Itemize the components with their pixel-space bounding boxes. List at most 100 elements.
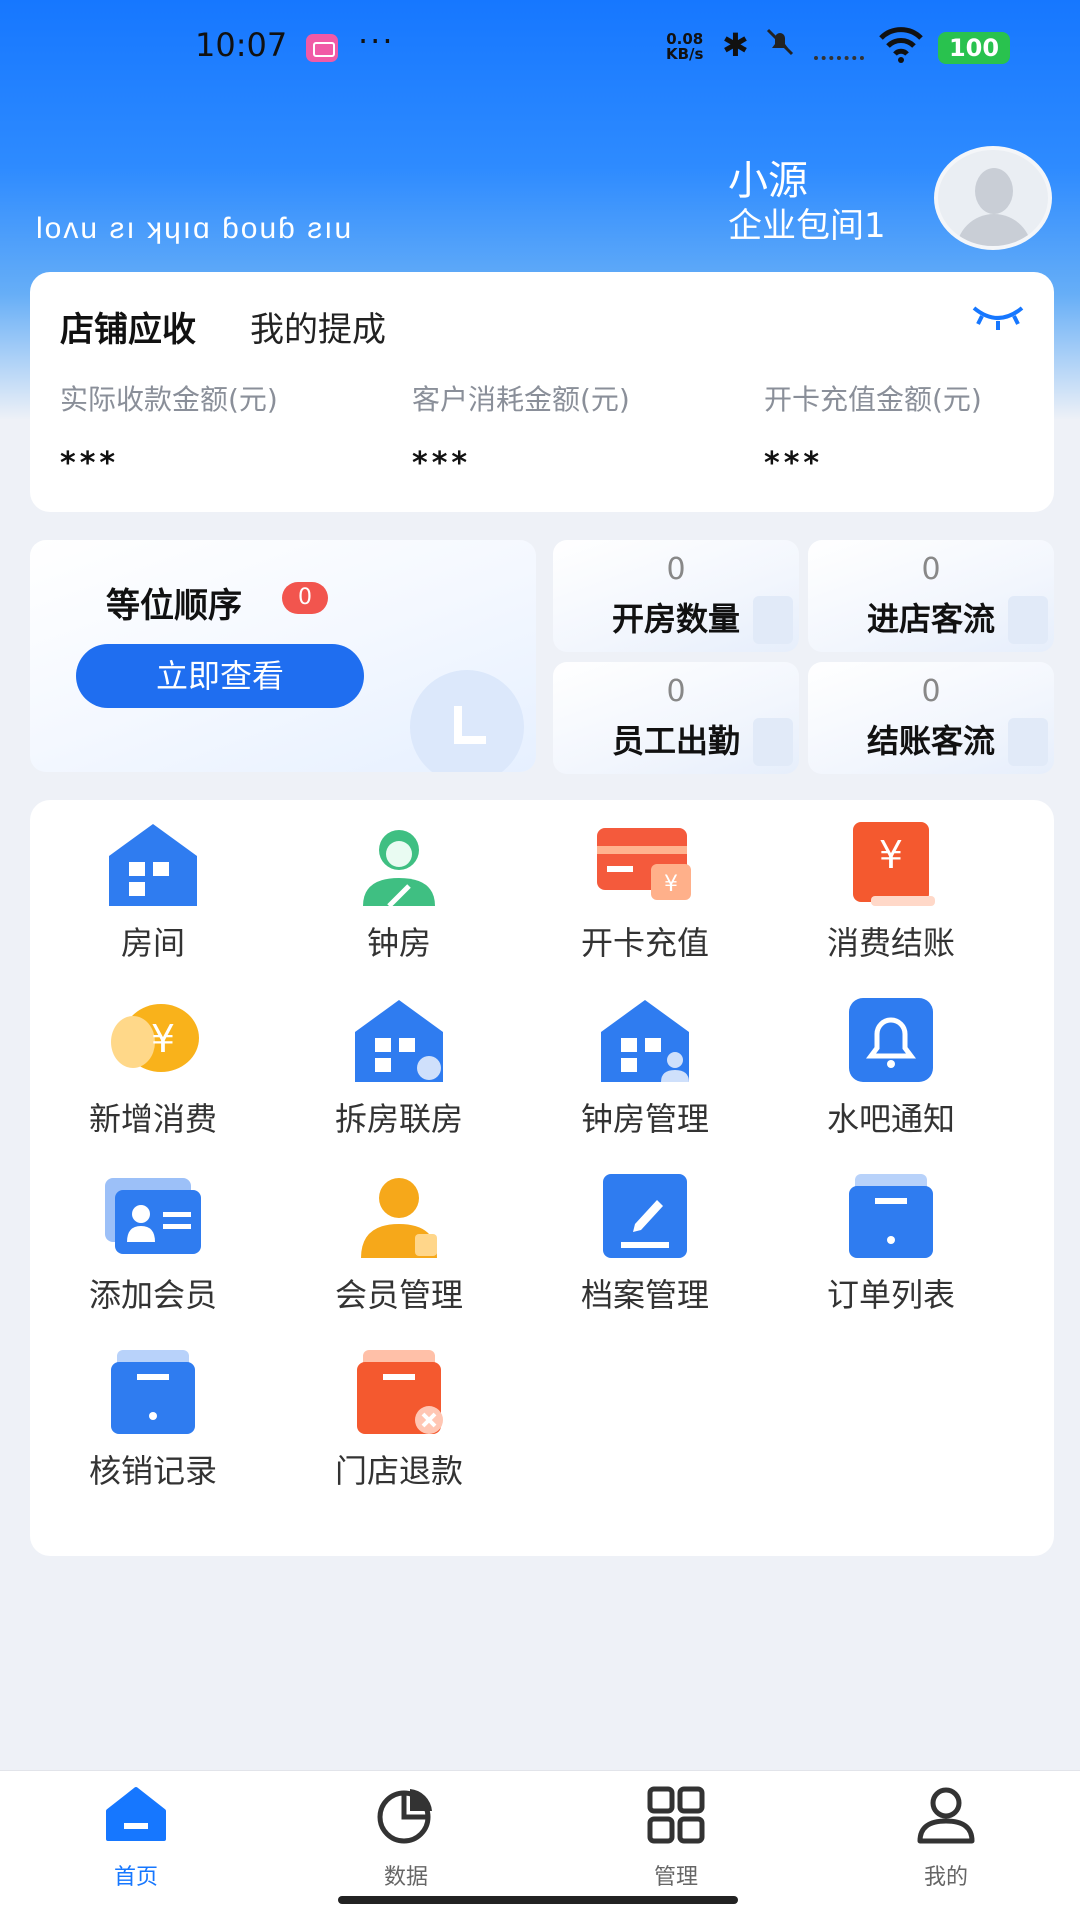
checkout-icon: ¥ bbox=[841, 820, 941, 910]
stat-tile-rooms-opened[interactable]: 0 开房数量 bbox=[553, 540, 799, 652]
nav-me[interactable]: 我的 bbox=[876, 1785, 1016, 1895]
menu-clock-room[interactable]: 钟房 bbox=[276, 800, 522, 970]
user-icon bbox=[914, 1785, 978, 1845]
menu-room[interactable]: 房间 bbox=[30, 800, 276, 970]
split-merge-room-icon bbox=[349, 996, 449, 1086]
avatar-head bbox=[975, 168, 1013, 214]
menu-archive-manage[interactable]: 档案管理 bbox=[522, 1152, 768, 1322]
stat-tile-label: 员工出勤 bbox=[611, 722, 740, 760]
wifi-icon bbox=[878, 24, 924, 64]
menu-add-consumption[interactable]: ¥ 新增消费 bbox=[30, 976, 276, 1146]
network-speed: 0.08 KB/s bbox=[666, 32, 703, 62]
nav-data[interactable]: 数据 bbox=[336, 1785, 476, 1895]
avatar[interactable] bbox=[934, 146, 1052, 250]
menu-member-manage[interactable]: 会员管理 bbox=[276, 1152, 522, 1322]
menu-writeoff-record[interactable]: 核销记录 bbox=[30, 1328, 276, 1498]
bell-icon bbox=[841, 996, 941, 1086]
avatar-body bbox=[956, 214, 1032, 246]
tab-store-receivable[interactable]: 店铺应收 bbox=[60, 302, 196, 351]
mute-bell-icon bbox=[764, 26, 796, 66]
grid-icon bbox=[644, 1785, 708, 1845]
nav-manage[interactable]: 管理 bbox=[606, 1785, 746, 1895]
menu-label: 拆房联房 bbox=[334, 1100, 463, 1138]
menu-split-merge-room[interactable]: 拆房联房 bbox=[276, 976, 522, 1146]
menu-label: 开卡充值 bbox=[580, 924, 709, 962]
signal-icon bbox=[814, 50, 864, 60]
menu-label: 消费结账 bbox=[826, 924, 955, 962]
stat-label: 实际收款金额(元) bbox=[60, 383, 278, 416]
menu-card-recharge[interactable]: ¥ 开卡充值 bbox=[522, 800, 768, 970]
member-manage-icon bbox=[349, 1172, 449, 1262]
card-recharge-icon: ¥ bbox=[595, 820, 695, 910]
menu-label: 门店退款 bbox=[334, 1452, 463, 1490]
svg-text:¥: ¥ bbox=[879, 833, 903, 877]
stat-value: *** bbox=[764, 446, 824, 481]
stat-tile-checkout-traffic[interactable]: 0 结账客流 bbox=[808, 662, 1054, 774]
stat-tile-store-traffic[interactable]: 0 进店客流 bbox=[808, 540, 1054, 652]
card-recharge-stat: 开卡充值金额(元) *** bbox=[764, 378, 982, 481]
revenue-card: 店铺应收 我的提成 实际收款金额(元) *** 客户消耗金额(元) *** 开卡… bbox=[30, 272, 1054, 512]
bilibili-app-icon bbox=[306, 34, 338, 62]
stat-tile-label: 进店客流 bbox=[866, 600, 995, 638]
status-time: 10:07 bbox=[195, 26, 288, 64]
menu-label: 订单列表 bbox=[826, 1276, 955, 1314]
menu-label: 会员管理 bbox=[334, 1276, 463, 1314]
menu-label: 新增消费 bbox=[88, 1100, 217, 1138]
tab-my-commission[interactable]: 我的提成 bbox=[250, 302, 386, 351]
stat-label: 客户消耗金额(元) bbox=[412, 383, 630, 416]
menu-label: 添加会员 bbox=[88, 1276, 217, 1314]
more-notifications-icon: ··· bbox=[358, 22, 395, 60]
store-name[interactable]: 企业包间1 bbox=[728, 198, 886, 247]
menu-clock-room-manage[interactable]: 钟房管理 bbox=[522, 976, 768, 1146]
clock-room-icon bbox=[349, 820, 449, 910]
menu-label: 水吧通知 bbox=[826, 1100, 955, 1138]
stat-tile-label: 结账客流 bbox=[866, 722, 995, 760]
room-icon bbox=[103, 820, 203, 910]
stat-tile-staff-attendance[interactable]: 0 员工出勤 bbox=[553, 662, 799, 774]
stat-tile-value: 0 bbox=[921, 552, 941, 587]
menu-label: 钟房 bbox=[366, 924, 431, 962]
view-now-button[interactable]: 立即查看 bbox=[76, 644, 364, 708]
archive-edit-icon bbox=[595, 1172, 695, 1262]
nav-home[interactable]: 首页 bbox=[66, 1785, 206, 1895]
menu-checkout[interactable]: ¥ 消费结账 bbox=[768, 800, 1014, 970]
stat-tile-value: 0 bbox=[666, 552, 686, 587]
nav-label: 首页 bbox=[113, 1865, 158, 1890]
menu-label: 房间 bbox=[120, 924, 185, 962]
menu-label: 核销记录 bbox=[88, 1452, 217, 1490]
add-consumption-icon: ¥ bbox=[103, 996, 203, 1086]
nav-label: 管理 bbox=[653, 1865, 698, 1890]
welcome-text: Ɩᴏʌu ƨı ʞɥıɑ ɓᴏuɓ ƨıu bbox=[36, 212, 354, 245]
menu-add-member[interactable]: 添加会员 bbox=[30, 1152, 276, 1322]
writeoff-record-icon bbox=[103, 1348, 203, 1438]
stat-label: 开卡充值金额(元) bbox=[764, 383, 982, 416]
queue-count-badge: 0 bbox=[282, 582, 328, 614]
hide-amount-eye-icon[interactable] bbox=[970, 302, 1026, 332]
add-member-icon bbox=[103, 1172, 203, 1262]
customer-consumption-stat: 客户消耗金额(元) *** bbox=[412, 378, 630, 481]
menu-order-list[interactable]: 订单列表 bbox=[768, 1152, 1014, 1322]
stat-tile-value: 0 bbox=[666, 674, 686, 709]
nav-label: 我的 bbox=[923, 1865, 968, 1890]
queue-title: 等位顺序 bbox=[106, 586, 242, 626]
refund-icon bbox=[349, 1348, 449, 1438]
home-icon bbox=[104, 1785, 168, 1845]
order-list-icon bbox=[841, 1172, 941, 1262]
stat-tile-label: 开房数量 bbox=[611, 600, 740, 638]
stat-value: *** bbox=[60, 446, 120, 481]
bluetooth-icon: ✱ bbox=[722, 26, 749, 64]
home-indicator bbox=[338, 1896, 738, 1904]
stat-value: *** bbox=[412, 446, 472, 481]
network-speed-unit: KB/s bbox=[666, 45, 704, 63]
clock-icon bbox=[410, 670, 524, 772]
stat-tile-value: 0 bbox=[921, 674, 941, 709]
status-bar: 10:07 ··· 0.08 KB/s ✱ 100 bbox=[0, 0, 1080, 100]
menu-bar-notify[interactable]: 水吧通知 bbox=[768, 976, 1014, 1146]
battery-indicator: 100 bbox=[938, 32, 1010, 64]
function-menu: 房间 钟房 ¥ 开卡充值 ¥ 消费结账 ¥ 新增消费 拆房联房 钟房管理 水吧通… bbox=[30, 800, 1054, 1556]
actual-receipt-stat: 实际收款金额(元) *** bbox=[60, 378, 278, 481]
menu-store-refund[interactable]: 门店退款 bbox=[276, 1328, 522, 1498]
svg-text:¥: ¥ bbox=[151, 1017, 175, 1061]
queue-card: 等位顺序 0 立即查看 bbox=[30, 540, 536, 772]
menu-label: 钟房管理 bbox=[580, 1100, 709, 1138]
